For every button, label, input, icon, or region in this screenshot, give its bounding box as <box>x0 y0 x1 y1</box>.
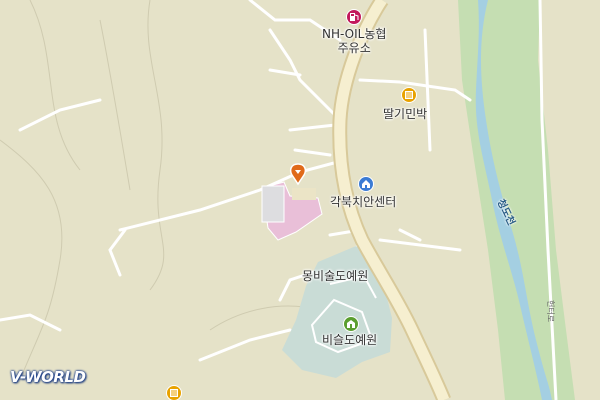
building-block <box>261 185 285 223</box>
vworld-logo: V-WORLD <box>10 368 86 386</box>
poi-label-art-village[interactable]: 몽비술도예원 <box>302 269 368 283</box>
vworld-logo-text: V-WORLD <box>10 368 86 386</box>
pension-name: 딸기민박 <box>383 107 428 121</box>
pottery-icon[interactable] <box>343 316 359 332</box>
poi-label-pension[interactable]: 딸기민박 <box>383 107 427 121</box>
poi-label-dental[interactable]: 각북치안센터 <box>330 195 396 209</box>
pottery-name: 비슬도예원 <box>322 333 378 347</box>
police-icon[interactable] <box>358 176 374 192</box>
poi-label-pottery[interactable]: 비슬도예원 <box>322 333 377 347</box>
map-canvas[interactable]: NH-OIL농협 주유소 딸기민박 각북치안센터 몽비술도예원 비슬도예원 청도… <box>0 0 600 400</box>
gas-pump-icon[interactable] <box>346 9 362 25</box>
gas-station-name-line2: 주유소 <box>337 41 371 55</box>
building-yard <box>292 188 316 200</box>
road-label: 헌터로 <box>546 300 555 323</box>
gas-station-name-line1: NH-OIL농협 <box>322 27 387 41</box>
poi-label-gas-station[interactable]: NH-OIL농협 주유소 <box>322 27 386 55</box>
art-village-name: 몽비술도예원 <box>302 269 369 283</box>
lodging-icon-bottom[interactable] <box>166 385 182 400</box>
lodging-icon[interactable] <box>401 87 417 103</box>
dental-name: 각북치안센터 <box>330 195 397 209</box>
